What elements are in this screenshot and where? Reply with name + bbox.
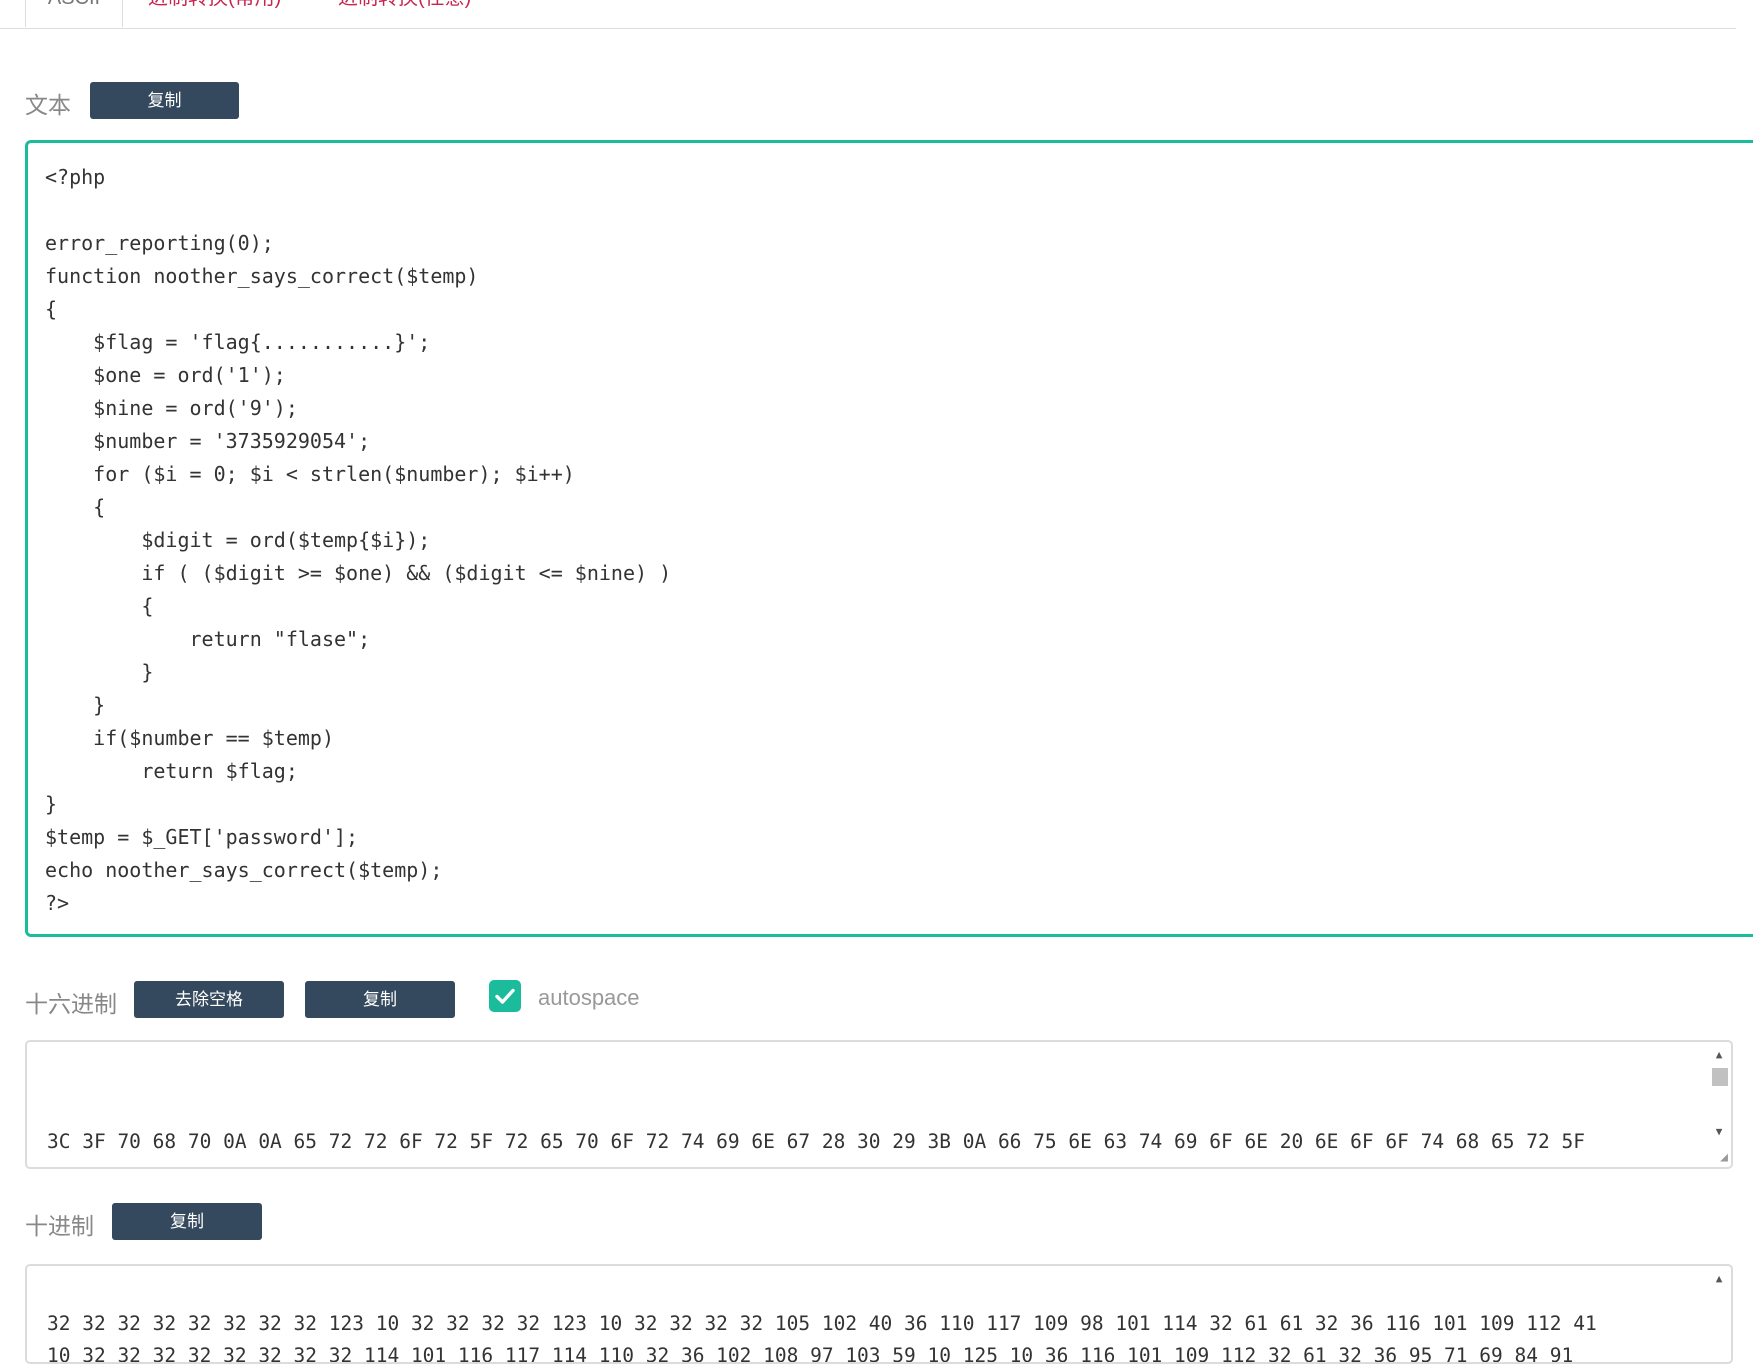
dec-content: 32 32 32 32 32 32 32 32 123 10 32 32 32 … bbox=[47, 1312, 1597, 1364]
scroll-up-arrow-icon[interactable]: ▲ bbox=[1709, 1046, 1729, 1064]
text-input[interactable]: <?php error_reporting(0); function nooth… bbox=[25, 140, 1753, 937]
text-copy-button[interactable]: 复制 bbox=[90, 82, 239, 119]
autospace-checkbox[interactable] bbox=[489, 980, 521, 1012]
tab-bar: ASCII 进制转换(常用) 进制转换(任意) bbox=[0, 0, 1736, 29]
hex-scrollbar[interactable]: ▲ ▼ bbox=[1709, 1044, 1729, 1165]
resize-grip-icon[interactable]: ◢ bbox=[1720, 1151, 1728, 1164]
check-icon bbox=[495, 988, 515, 1004]
scroll-down-arrow-icon[interactable]: ▼ bbox=[1709, 1123, 1729, 1141]
tab-base-convert-common[interactable]: 进制转换(常用) bbox=[148, 0, 281, 10]
hex-input[interactable]: 3C 3F 70 68 70 0A 0A 65 72 72 6F 72 5F 7… bbox=[25, 1040, 1733, 1169]
tab-ascii[interactable]: ASCII bbox=[25, 0, 123, 27]
autospace-label: autospace bbox=[538, 985, 640, 1010]
scroll-up-arrow-icon[interactable]: ▲ bbox=[1709, 1270, 1729, 1288]
hex-content: 3C 3F 70 68 70 0A 0A 65 72 72 6F 72 5F 7… bbox=[47, 1130, 1585, 1167]
tab-base-convert-any[interactable]: 进制转换(任意) bbox=[338, 0, 471, 10]
dec-scrollbar[interactable]: ▲ bbox=[1709, 1268, 1729, 1360]
hex-remove-spaces-button[interactable]: 去除空格 bbox=[134, 981, 284, 1018]
scroll-thumb[interactable] bbox=[1712, 1068, 1728, 1086]
dec-label: 十进制 bbox=[25, 1213, 94, 1239]
hex-label: 十六进制 bbox=[25, 991, 117, 1017]
hex-copy-button[interactable]: 复制 bbox=[305, 981, 455, 1018]
dec-input[interactable]: 32 32 32 32 32 32 32 32 123 10 32 32 32 … bbox=[25, 1264, 1733, 1364]
text-label: 文本 bbox=[25, 92, 71, 118]
dec-copy-button[interactable]: 复制 bbox=[112, 1203, 262, 1240]
